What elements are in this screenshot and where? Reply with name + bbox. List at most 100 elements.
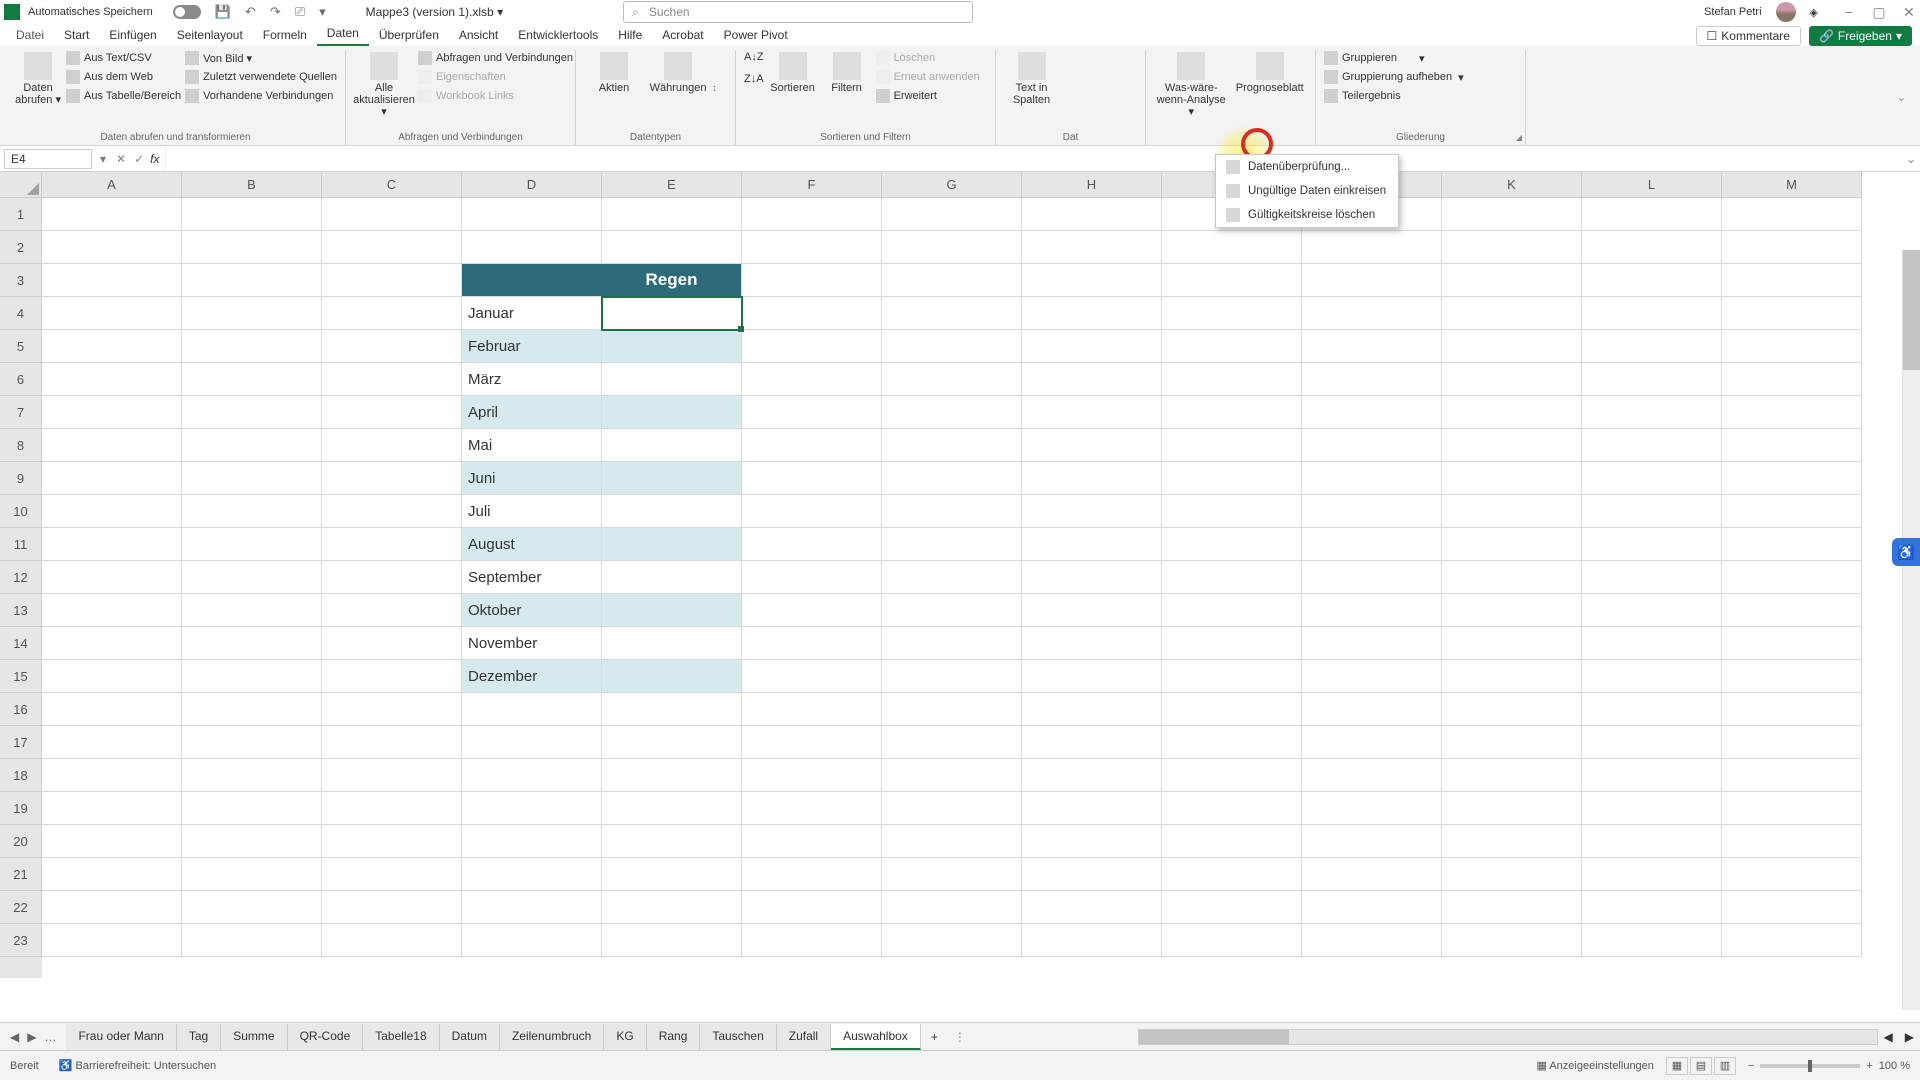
cell-B11[interactable] [182, 528, 322, 561]
sheet-tab-zufall[interactable]: Zufall [777, 1024, 831, 1050]
cell-M20[interactable] [1722, 825, 1862, 858]
cell-M14[interactable] [1722, 627, 1862, 660]
cell-C11[interactable] [322, 528, 462, 561]
cell-B17[interactable] [182, 726, 322, 759]
consolidate-icon[interactable] [1085, 76, 1101, 92]
cell-B15[interactable] [182, 660, 322, 693]
cell-G16[interactable] [882, 693, 1022, 726]
flash-fill-icon[interactable] [1063, 50, 1079, 66]
cell-B8[interactable] [182, 429, 322, 462]
comments-button[interactable]: ☐ Kommentare [1696, 26, 1801, 46]
cell-D2[interactable] [462, 231, 602, 264]
row-header-20[interactable]: 20 [0, 825, 42, 858]
cell-C7[interactable] [322, 396, 462, 429]
cell-G8[interactable] [882, 429, 1022, 462]
cell-J5[interactable] [1302, 330, 1442, 363]
cell-M21[interactable] [1722, 858, 1862, 891]
cell-L3[interactable] [1582, 264, 1722, 297]
ungroup-button[interactable]: Gruppierung aufheben ▾ [1324, 69, 1464, 85]
cell-A13[interactable] [42, 594, 182, 627]
cell-F16[interactable] [742, 693, 882, 726]
text-to-columns[interactable]: Text in Spalten [1004, 50, 1059, 106]
view-pagebreak-icon[interactable]: ▥ [1714, 1057, 1736, 1075]
cell-E18[interactable] [602, 759, 742, 792]
cell-E1[interactable] [602, 198, 742, 231]
cell-J23[interactable] [1302, 924, 1442, 957]
queries-connections[interactable]: Abfragen und Verbindungen [418, 50, 573, 66]
sheet-tab-summe[interactable]: Summe [221, 1024, 287, 1050]
cell-K7[interactable] [1442, 396, 1582, 429]
cell-J19[interactable] [1302, 792, 1442, 825]
cell-K14[interactable] [1442, 627, 1582, 660]
sheet-tab-tabelle18[interactable]: Tabelle18 [363, 1024, 439, 1050]
col-header-C[interactable]: C [322, 172, 462, 198]
cell-D9[interactable]: Juni [462, 462, 602, 495]
row-header-23[interactable]: 23 [0, 924, 42, 957]
dialog-launcher-icon[interactable]: ◢ [1516, 133, 1522, 142]
cell-B13[interactable] [182, 594, 322, 627]
sheet-tab-frau-oder-mann[interactable]: Frau oder Mann [66, 1024, 176, 1050]
user-name[interactable]: Stefan Petri [1704, 6, 1761, 18]
cell-L7[interactable] [1582, 396, 1722, 429]
cell-L4[interactable] [1582, 297, 1722, 330]
cell-G12[interactable] [882, 561, 1022, 594]
cell-L16[interactable] [1582, 693, 1722, 726]
cell-A5[interactable] [42, 330, 182, 363]
tab-formeln[interactable]: Formeln [253, 24, 317, 46]
col-header-A[interactable]: A [42, 172, 182, 198]
collapse-ribbon-icon[interactable]: ⌄ [1897, 91, 1914, 104]
col-header-B[interactable]: B [182, 172, 322, 198]
cell-B23[interactable] [182, 924, 322, 957]
cell-H4[interactable] [1022, 297, 1162, 330]
cell-A17[interactable] [42, 726, 182, 759]
cell-L18[interactable] [1582, 759, 1722, 792]
cell-M13[interactable] [1722, 594, 1862, 627]
cell-F5[interactable] [742, 330, 882, 363]
row-header-6[interactable]: 6 [0, 363, 42, 396]
cell-M11[interactable] [1722, 528, 1862, 561]
name-box-dropdown[interactable]: ▾ [96, 152, 110, 166]
cell-H23[interactable] [1022, 924, 1162, 957]
cell-M15[interactable] [1722, 660, 1862, 693]
cell-M19[interactable] [1722, 792, 1862, 825]
col-header-M[interactable]: M [1722, 172, 1862, 198]
cell-I22[interactable] [1162, 891, 1302, 924]
cell-K10[interactable] [1442, 495, 1582, 528]
cell-J21[interactable] [1302, 858, 1442, 891]
cell-K11[interactable] [1442, 528, 1582, 561]
cell-H9[interactable] [1022, 462, 1162, 495]
cell-M12[interactable] [1722, 561, 1862, 594]
cell-D16[interactable] [462, 693, 602, 726]
name-box[interactable]: E4 [4, 149, 92, 169]
cell-H2[interactable] [1022, 231, 1162, 264]
data-validation-icon[interactable] [1063, 76, 1079, 92]
cell-E3[interactable]: Regen [602, 264, 742, 297]
tab-hilfe[interactable]: Hilfe [608, 24, 652, 46]
tab-entwicklertools[interactable]: Entwicklertools [508, 24, 608, 46]
row-header-14[interactable]: 14 [0, 627, 42, 660]
cell-B19[interactable] [182, 792, 322, 825]
cell-B18[interactable] [182, 759, 322, 792]
formula-input[interactable] [165, 146, 1902, 171]
sheet-tab-zeilenumbruch[interactable]: Zeilenumbruch [500, 1024, 604, 1050]
cell-F7[interactable] [742, 396, 882, 429]
cell-M4[interactable] [1722, 297, 1862, 330]
cell-I23[interactable] [1162, 924, 1302, 957]
sheet-tab-tag[interactable]: Tag [177, 1024, 221, 1050]
cell-H12[interactable] [1022, 561, 1162, 594]
from-text-csv[interactable]: Aus Text/CSV [66, 50, 181, 66]
cell-D12[interactable]: September [462, 561, 602, 594]
cell-G2[interactable] [882, 231, 1022, 264]
cell-B12[interactable] [182, 561, 322, 594]
cell-I15[interactable] [1162, 660, 1302, 693]
cell-M3[interactable] [1722, 264, 1862, 297]
cell-E5[interactable] [602, 330, 742, 363]
cells-area[interactable]: RegenJanuarFebruarMärzAprilMaiJuniJuliAu… [42, 198, 1862, 978]
cell-B7[interactable] [182, 396, 322, 429]
cell-J16[interactable] [1302, 693, 1442, 726]
cell-I10[interactable] [1162, 495, 1302, 528]
cell-G11[interactable] [882, 528, 1022, 561]
cell-A7[interactable] [42, 396, 182, 429]
cell-K15[interactable] [1442, 660, 1582, 693]
cell-E4[interactable] [602, 297, 742, 330]
